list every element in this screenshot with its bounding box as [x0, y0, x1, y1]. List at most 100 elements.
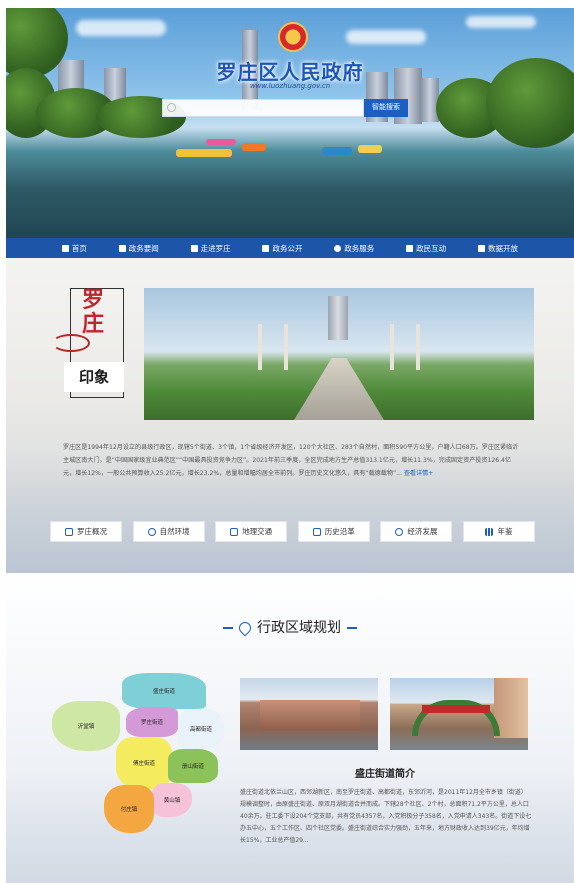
search-button[interactable]: 智能搜索: [364, 99, 408, 117]
district-label: 傅庄街道: [132, 761, 155, 767]
pillar: [416, 324, 420, 370]
quick-link-yearbook[interactable]: 年鉴: [462, 521, 535, 542]
quick-link-label: 历史沿革: [324, 527, 355, 536]
subdistrict-title: 盛庄街道简介: [355, 769, 415, 780]
district-luozhuang[interactable]: 罗庄街道: [126, 707, 178, 737]
building: [260, 700, 360, 730]
region-section: 行政区域规划 盛庄街道 罗庄街道 高都街道 沂堂镇 傅庄街道 册山街道 黄山镇 …: [6, 573, 574, 883]
arch-sign: [422, 705, 490, 713]
subdistrict-intro: 盛庄街道北依兰山区，西邻湖新区，南至罗庄街道、高都街道，东邻沂河，是2011年1…: [240, 789, 532, 844]
district-chudun[interactable]: 付庄镇: [104, 785, 154, 833]
logo-black-text: 印象: [64, 362, 124, 392]
landscape-icon: [190, 244, 198, 252]
district-gaodu[interactable]: 高都街道: [178, 709, 224, 749]
impression-logo: 罗庄 印象: [52, 287, 124, 400]
nav-item-label: 政务公开: [272, 243, 303, 253]
district-yitang[interactable]: 沂堂镇: [52, 701, 120, 751]
district-label: 册山街道: [181, 764, 204, 770]
intro-paragraph: 罗庄区是1994年12月设立的县级行政区，现辖5个街道、3个镇，1个省级经济开发…: [63, 444, 519, 477]
nav-item-home[interactable]: 首页: [61, 243, 87, 254]
pillar: [284, 324, 288, 370]
pillar: [390, 324, 394, 370]
nav-item-disclosure[interactable]: 政务公开: [262, 243, 302, 254]
title-dash: [347, 627, 357, 629]
title-dash: [223, 627, 233, 629]
quick-link-label: 年鉴: [497, 527, 513, 536]
boat: [242, 143, 266, 151]
boat: [322, 147, 352, 155]
house-icon: [65, 527, 73, 536]
logo-red-text: 罗庄: [82, 287, 105, 337]
district-label: 罗庄街道: [140, 720, 163, 726]
boat: [206, 139, 236, 145]
district-shengzhuang[interactable]: 盛庄街道: [122, 673, 206, 709]
national-emblem-icon: [278, 22, 308, 52]
quick-links: 罗庄概况 自然环境 地理交通 历史沿革 经济发展 年鉴: [50, 521, 535, 542]
district-tiaoxi[interactable]: 傅庄街道: [116, 737, 172, 789]
district-label: 付庄镇: [120, 807, 138, 813]
pillar: [258, 324, 262, 370]
nav-item-open-data[interactable]: 数据开放: [477, 243, 518, 254]
boat: [358, 145, 382, 153]
quick-link-overview[interactable]: 罗庄概况: [50, 521, 122, 542]
nav-item-interaction[interactable]: 政民互动: [406, 243, 446, 254]
nav-item-label: 政务要闻: [128, 243, 159, 253]
quick-link-economy[interactable]: 经济发展: [380, 521, 453, 542]
district-ceshan[interactable]: 册山街道: [168, 749, 218, 783]
quick-link-transport[interactable]: 地理交通: [215, 521, 288, 542]
document-icon: [262, 244, 270, 252]
site-title: 罗庄区人民政府: [216, 60, 364, 84]
nav-item-label: 走进罗庄: [200, 243, 231, 253]
search-icon: [167, 103, 176, 112]
district-label: 盛庄街道: [152, 689, 175, 695]
plaza-road: [294, 358, 384, 420]
district-label: 黄山镇: [163, 798, 181, 804]
nav-item-services[interactable]: 政务服务: [334, 243, 374, 254]
nav-item-label: 政民互动: [416, 243, 447, 253]
section-title: 行政区域规划: [6, 617, 574, 637]
search-input[interactable]: [162, 99, 364, 117]
page-frame: 罗庄区人民政府 www.luozhuang.gov.cn 智能搜索 首页 政务要…: [6, 8, 574, 883]
quick-link-environment[interactable]: 自然环境: [132, 521, 205, 542]
history-icon: [147, 527, 156, 536]
intro-text: 罗庄区是1994年12月设立的县级行政区，现辖5个街道、3个镇，1个省级经济开发…: [63, 441, 523, 480]
cloud: [76, 20, 166, 36]
book-icon: [312, 527, 321, 536]
nav-item-label: 政务服务: [344, 243, 375, 253]
street-photo-arch[interactable]: [390, 678, 528, 750]
nav-item-about[interactable]: 走进罗庄: [190, 243, 231, 254]
cloud: [346, 30, 426, 44]
quick-link-label: 地理交通: [242, 527, 273, 536]
tower: [328, 296, 348, 340]
quick-link-label: 罗庄概况: [77, 527, 107, 536]
main-nav: 首页 政务要闻 走进罗庄 政务公开 政务服务 政民互动 数据开放: [6, 238, 574, 258]
chart-icon: [477, 244, 485, 252]
hero-banner: 罗庄区人民政府 www.luozhuang.gov.cn 智能搜索: [6, 8, 574, 238]
plaza-photo: [144, 288, 534, 420]
site-url: www.luozhuang.gov.cn: [249, 82, 331, 90]
boat: [176, 149, 232, 157]
impression-section: 罗庄 印象 罗庄区是1994年12月设立的县级行政区，现辖5个街道、3个镇，1个…: [6, 258, 574, 573]
home-icon: [61, 244, 69, 252]
district-map: 盛庄街道 罗庄街道 高都街道 沂堂镇 傅庄街道 册山街道 黄山镇 付庄镇: [52, 673, 224, 833]
bar-chart-icon: [485, 527, 494, 536]
quick-link-history[interactable]: 历史沿革: [297, 521, 370, 542]
map-icon: [230, 527, 239, 536]
heart-icon: [334, 244, 342, 252]
nav-item-label: 首页: [71, 243, 87, 253]
nav-item-news[interactable]: 政务要闻: [118, 243, 159, 254]
district-label: 高都街道: [189, 727, 212, 733]
district-huangshan[interactable]: 黄山镇: [152, 783, 192, 817]
globe-icon: [395, 527, 404, 536]
quick-link-label: 自然环境: [159, 527, 190, 536]
cloud: [466, 16, 536, 28]
more-details-link[interactable]: 查看详情+: [404, 470, 433, 477]
street-photo-buildings[interactable]: [240, 678, 378, 750]
chat-icon: [406, 244, 414, 252]
section-title-text: 行政区域规划: [257, 620, 341, 636]
newspaper-icon: [118, 244, 126, 252]
location-pin-icon: [236, 619, 254, 637]
district-label: 沂堂镇: [77, 724, 95, 730]
quick-link-label: 经济发展: [407, 527, 438, 536]
nav-item-label: 数据开放: [487, 243, 518, 253]
